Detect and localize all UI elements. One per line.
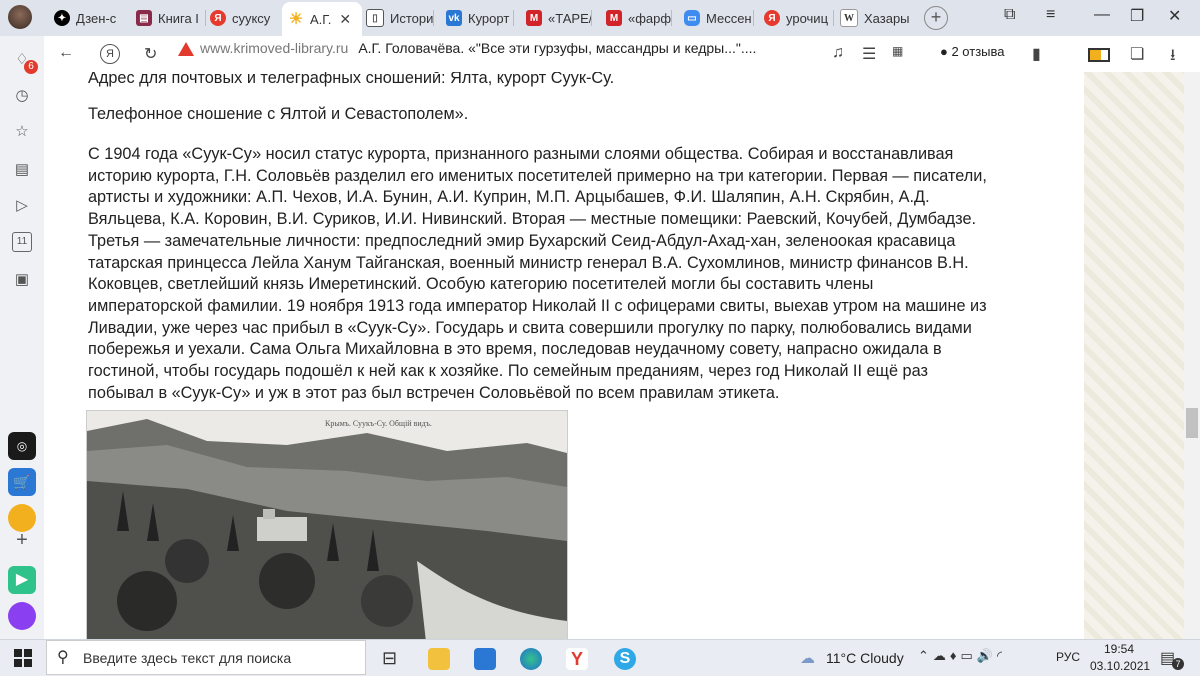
extensions-icon[interactable]: ▦: [892, 44, 903, 58]
tab-bar: ✦ Дзен-с ▤ Книга I Я суукcу ☀ А.Г. ✕ ▯ И…: [0, 0, 1200, 36]
url-field[interactable]: www.krimoved-library.ru А.Г. Головачёва. …: [200, 40, 756, 56]
tray-icons[interactable]: ⌃☁♦▭🔊◜: [918, 648, 1006, 664]
tab-kniga[interactable]: ▤ Книга I: [136, 4, 206, 32]
yandex-icon: Я: [210, 10, 226, 26]
bookmark-icon[interactable]: ▮: [1032, 44, 1041, 64]
yandex-icon: Я: [764, 10, 780, 26]
tab-active-golovacheva[interactable]: ☀ А.Г. ✕: [282, 2, 362, 36]
search-icon: ⚲: [57, 649, 69, 666]
market-cart-icon[interactable]: 🛒: [8, 468, 36, 496]
alice-voice-icon[interactable]: [8, 602, 36, 630]
profile-avatar[interactable]: [8, 5, 32, 29]
address-line: Адрес для почтовых и телеграфных сношени…: [88, 72, 615, 87]
tab-khazary[interactable]: W Хазары: [840, 4, 910, 32]
scrollbar-thumb[interactable]: [1186, 408, 1198, 438]
back-arrow-icon[interactable]: ←: [58, 44, 74, 62]
metro-icon: M: [606, 10, 622, 26]
tab-farf[interactable]: M «фарф: [606, 4, 672, 32]
book-icon: ▤: [136, 10, 152, 26]
photo-caption: Крымъ. Суукъ-Су. Общiй видъ.: [325, 419, 432, 428]
weather-text[interactable]: 11°C Cloudy: [826, 650, 904, 666]
warning-icon[interactable]: [178, 42, 194, 56]
wikipedia-icon: W: [840, 9, 858, 27]
menu-icon[interactable]: ≡: [1046, 6, 1055, 24]
tab-urochishe[interactable]: Я урочиц: [764, 4, 834, 32]
battery-saver-icon[interactable]: [1088, 48, 1110, 62]
play-icon[interactable]: ▷: [12, 196, 32, 216]
reload-icon[interactable]: ↻: [144, 44, 157, 64]
dzen-icon: ✦: [54, 10, 70, 26]
restore-button[interactable]: ❐: [1130, 6, 1144, 26]
phone-paragraph: Телефонное сношение с Ялтой и Севастопол…: [88, 105, 469, 123]
reader-mode-icon[interactable]: ☰: [862, 44, 876, 64]
tab-tarel[interactable]: M «ТАРЕ/: [526, 4, 592, 32]
tabs-manager-icon[interactable]: ⧉: [1004, 6, 1015, 24]
new-tab-button[interactable]: +: [924, 6, 948, 30]
mail-icon[interactable]: [474, 648, 496, 670]
cloud-weather-icon: ☁: [800, 650, 815, 667]
tab-suuksu-search[interactable]: Я суукcу: [210, 4, 280, 32]
clock-date[interactable]: 03.10.2021: [1090, 659, 1150, 673]
reviews-button[interactable]: ● 2 отзыва: [940, 44, 1005, 59]
add-panel-icon[interactable]: +: [12, 530, 32, 550]
yandex-browser-icon[interactable]: Y: [566, 648, 588, 670]
counter-badge[interactable]: 11: [12, 232, 32, 252]
tab-messenger[interactable]: ▭ Мессен: [684, 4, 754, 32]
yandex-logo-icon[interactable]: Я: [100, 44, 120, 64]
gallery-icon[interactable]: ▣: [12, 270, 32, 290]
suuk-su-panorama: [87, 411, 567, 639]
games-app-icon[interactable]: ▶: [8, 566, 36, 594]
bookmarks-star-icon[interactable]: ☆: [12, 122, 32, 142]
sun-icon: ☀: [288, 11, 304, 28]
tab-istoria[interactable]: ▯ Истори: [366, 4, 434, 32]
vk-icon: vk: [446, 10, 462, 26]
messenger-icon: ▭: [684, 10, 700, 26]
file-explorer-icon[interactable]: [428, 648, 450, 670]
notifications-badge: 6: [24, 60, 38, 74]
article-content: Адрес для почтовых и телеграфных сношени…: [44, 72, 1084, 639]
close-window-button[interactable]: ✕: [1168, 6, 1181, 26]
collections-icon[interactable]: ❏: [1130, 44, 1144, 64]
headphones-icon[interactable]: ♫: [832, 44, 844, 62]
windows-start-icon[interactable]: [14, 649, 32, 667]
document-icon: ▯: [366, 9, 384, 27]
tab-kurort[interactable]: vk Курорт: [446, 4, 514, 32]
edge-browser-icon[interactable]: [520, 648, 542, 670]
history-clock-icon[interactable]: ◷: [12, 86, 32, 106]
skype-icon[interactable]: S: [614, 648, 636, 670]
vertical-scrollbar[interactable]: [1184, 72, 1200, 639]
historic-photo[interactable]: Крымъ. Суукъ-Су. Общiй видъ.: [86, 410, 568, 639]
download-icon[interactable]: ⭳: [1170, 44, 1176, 71]
page-background-pattern: [1084, 72, 1184, 639]
close-tab-icon[interactable]: ✕: [339, 11, 351, 28]
browser-sidebar: ♢ 6 ◷ ☆ ▤ ▷ 11 ▣ ◎ 🛒 + ▶: [0, 36, 44, 639]
taskbar-search[interactable]: ⚲ Введите здесь текст для поиска: [46, 640, 366, 675]
language-indicator[interactable]: РУС: [1056, 650, 1080, 664]
history-paragraph: С 1904 года «Суук-Су» носил статус курор…: [88, 145, 987, 402]
notes-icon[interactable]: ▤: [12, 160, 32, 180]
assistant-app-icon[interactable]: ◎: [8, 432, 36, 460]
metro-icon: M: [526, 10, 542, 26]
clock-time[interactable]: 19:54: [1104, 642, 1134, 656]
tab-dzen[interactable]: ✦ Дзен-с: [54, 4, 142, 32]
minimize-button[interactable]: —: [1094, 6, 1110, 24]
food-app-icon[interactable]: [8, 504, 36, 532]
task-view-icon[interactable]: ⊟: [382, 648, 397, 669]
notification-count-badge: 7: [1172, 658, 1184, 670]
